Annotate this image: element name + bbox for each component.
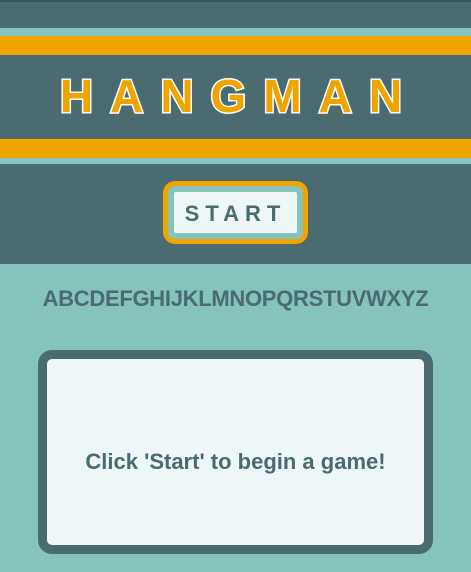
letter-u[interactable]: U: [336, 286, 352, 311]
header-top-line: [0, 0, 471, 2]
letter-z[interactable]: Z: [415, 286, 428, 311]
message-panel: Click 'Start' to begin a game!: [38, 350, 433, 554]
status-message: Click 'Start' to begin a game!: [85, 449, 386, 474]
letter-k[interactable]: K: [183, 286, 199, 311]
letter-y[interactable]: Y: [401, 286, 416, 311]
letter-a[interactable]: A: [43, 286, 59, 311]
header: HANGMAN START: [0, 0, 471, 264]
letter-q[interactable]: Q: [276, 286, 293, 311]
letter-e[interactable]: E: [105, 286, 120, 311]
letter-b[interactable]: B: [58, 286, 74, 311]
letter-f[interactable]: F: [119, 286, 132, 311]
letter-l[interactable]: L: [198, 286, 211, 311]
letter-s[interactable]: S: [309, 286, 324, 311]
letter-t[interactable]: T: [323, 286, 336, 311]
title-band-orange-top: [0, 36, 471, 55]
title-band-orange-bottom: [0, 139, 471, 158]
letter-w[interactable]: W: [366, 286, 387, 311]
start-button-frame: START: [163, 181, 308, 244]
letter-g[interactable]: G: [132, 286, 149, 311]
letter-j[interactable]: J: [171, 286, 183, 311]
letter-o[interactable]: O: [245, 286, 262, 311]
letter-v[interactable]: V: [352, 286, 367, 311]
letter-c[interactable]: C: [74, 286, 90, 311]
letter-r[interactable]: R: [293, 286, 309, 311]
letter-x[interactable]: X: [387, 286, 402, 311]
letter-d[interactable]: D: [89, 286, 105, 311]
game-title: HANGMAN: [58, 69, 420, 124]
title-band-teal-bottom: [0, 158, 471, 164]
letter-h[interactable]: H: [149, 286, 165, 311]
letter-keyboard: ABCDEFGHIJKLMNOPQRSTUVWXYZ: [0, 286, 471, 312]
title-band-teal-top: [0, 28, 471, 36]
letter-p[interactable]: P: [262, 286, 277, 311]
letter-n[interactable]: N: [229, 286, 245, 311]
start-button[interactable]: START: [174, 192, 297, 233]
letter-m[interactable]: M: [211, 286, 229, 311]
